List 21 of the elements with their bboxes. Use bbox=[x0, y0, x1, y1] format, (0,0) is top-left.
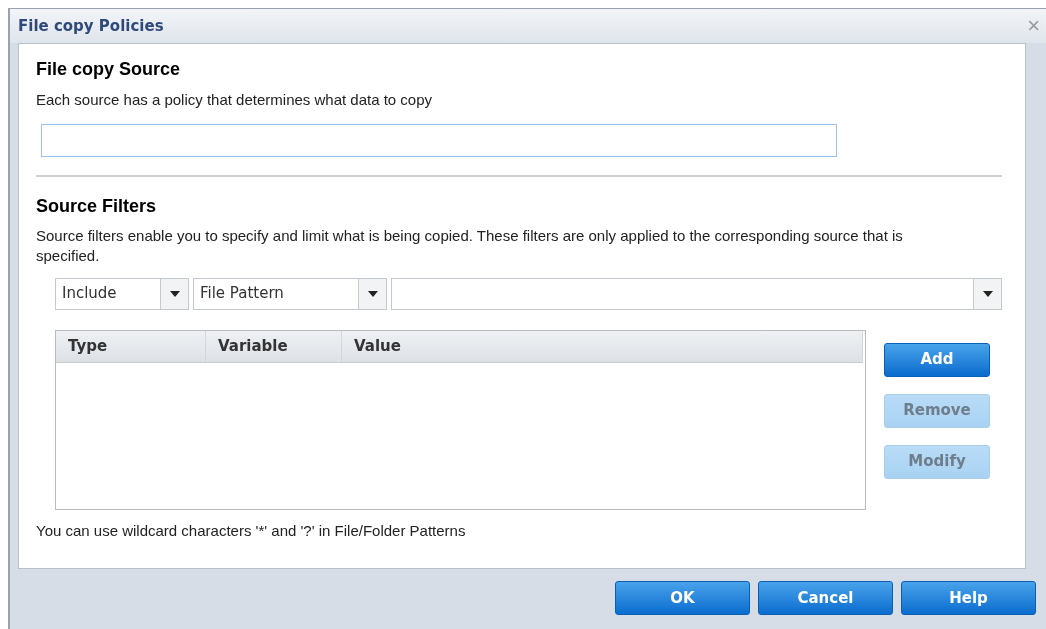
action-button[interactable]: Add bbox=[884, 342, 990, 377]
dropdown[interactable]: Include bbox=[55, 277, 189, 310]
wildcard-note: You can use wildcard characters '*' and '?' in File/Folder Patterns bbox=[36, 520, 467, 541]
section-description: Source filters enable you to specify and limit what is being copied. These filters are only applied to the corresponding source that is specified. bbox=[36, 225, 904, 266]
source-field[interactable] bbox=[41, 123, 837, 157]
caret-icon bbox=[982, 290, 993, 297]
dialog-button[interactable]: Help bbox=[901, 581, 1036, 615]
window-title: File copy Policies bbox=[18, 15, 164, 37]
caret-icon bbox=[169, 290, 180, 297]
dropdown[interactable]: File Pattern bbox=[193, 277, 387, 310]
dialog-button[interactable]: Cancel bbox=[758, 581, 893, 615]
section-description: Each source has a policy that determines what data to copy bbox=[36, 90, 434, 110]
column-header: Value bbox=[342, 330, 863, 362]
column-header: Type bbox=[56, 330, 206, 362]
section-heading: Source Filters bbox=[36, 194, 158, 218]
caret-icon bbox=[367, 290, 378, 297]
close-button[interactable]: × bbox=[1027, 15, 1040, 37]
section-heading: File copy Source bbox=[36, 58, 182, 81]
column-header: Variable bbox=[206, 330, 342, 362]
dropdown[interactable] bbox=[391, 277, 1002, 310]
dialog-button[interactable]: OK bbox=[615, 581, 750, 615]
